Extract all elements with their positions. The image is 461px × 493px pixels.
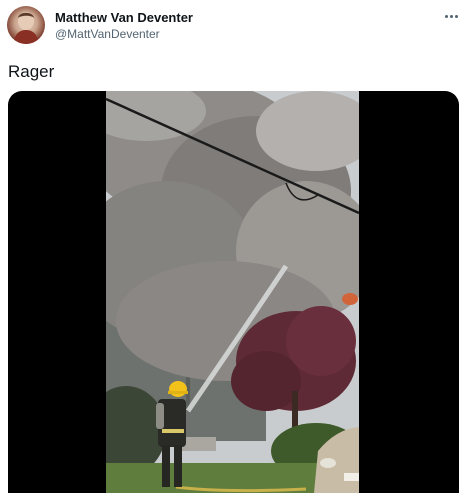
video-frame (106, 91, 359, 493)
more-horizontal-icon (444, 14, 448, 18)
author-handle[interactable]: @MattVanDeventer (55, 27, 160, 41)
avatar[interactable] (7, 6, 45, 44)
tweet-text: Rager (8, 62, 55, 81)
more-options-button[interactable] (440, 8, 461, 24)
fire-scene-image (106, 91, 359, 493)
avatar-image (13, 12, 39, 44)
tweet-video[interactable] (8, 91, 459, 493)
author-name[interactable]: Matthew Van Deventer (55, 10, 193, 25)
